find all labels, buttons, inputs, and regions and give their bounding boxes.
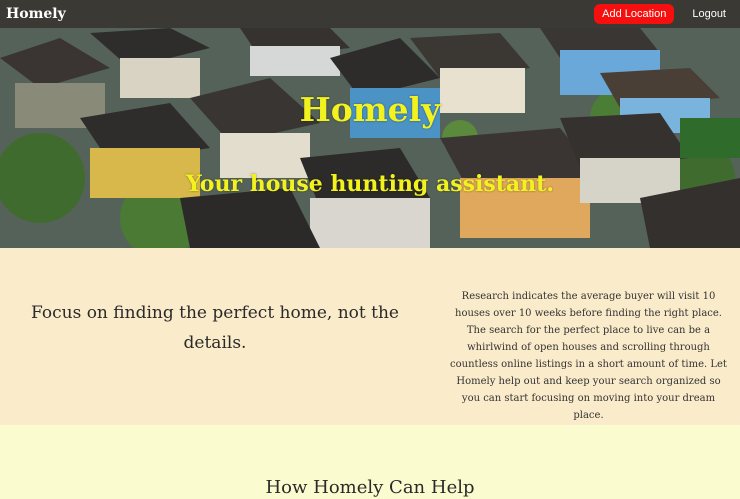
hero-houses-image (0, 28, 740, 248)
brand-logo-text[interactable]: Homely (6, 6, 66, 22)
help-section: How Homely Can Help (0, 425, 740, 499)
help-heading: How Homely Can Help (265, 477, 475, 498)
focus-description: Research indicates the average buyer wil… (450, 291, 727, 421)
focus-section: Focus on finding the perfect home, not t… (0, 248, 740, 425)
focus-heading: Focus on finding the perfect home, not t… (31, 303, 399, 353)
hero-banner: Homely Your house hunting assistant. (0, 28, 740, 248)
hero-title: Homely (299, 90, 441, 129)
add-location-button[interactable]: Add Location (594, 4, 675, 24)
top-navbar: Homely Add Location Logout (0, 0, 740, 28)
nav-actions: Add Location Logout (594, 4, 734, 24)
hero-subtitle: Your house hunting assistant. (186, 171, 554, 197)
logout-button[interactable]: Logout (684, 4, 734, 24)
